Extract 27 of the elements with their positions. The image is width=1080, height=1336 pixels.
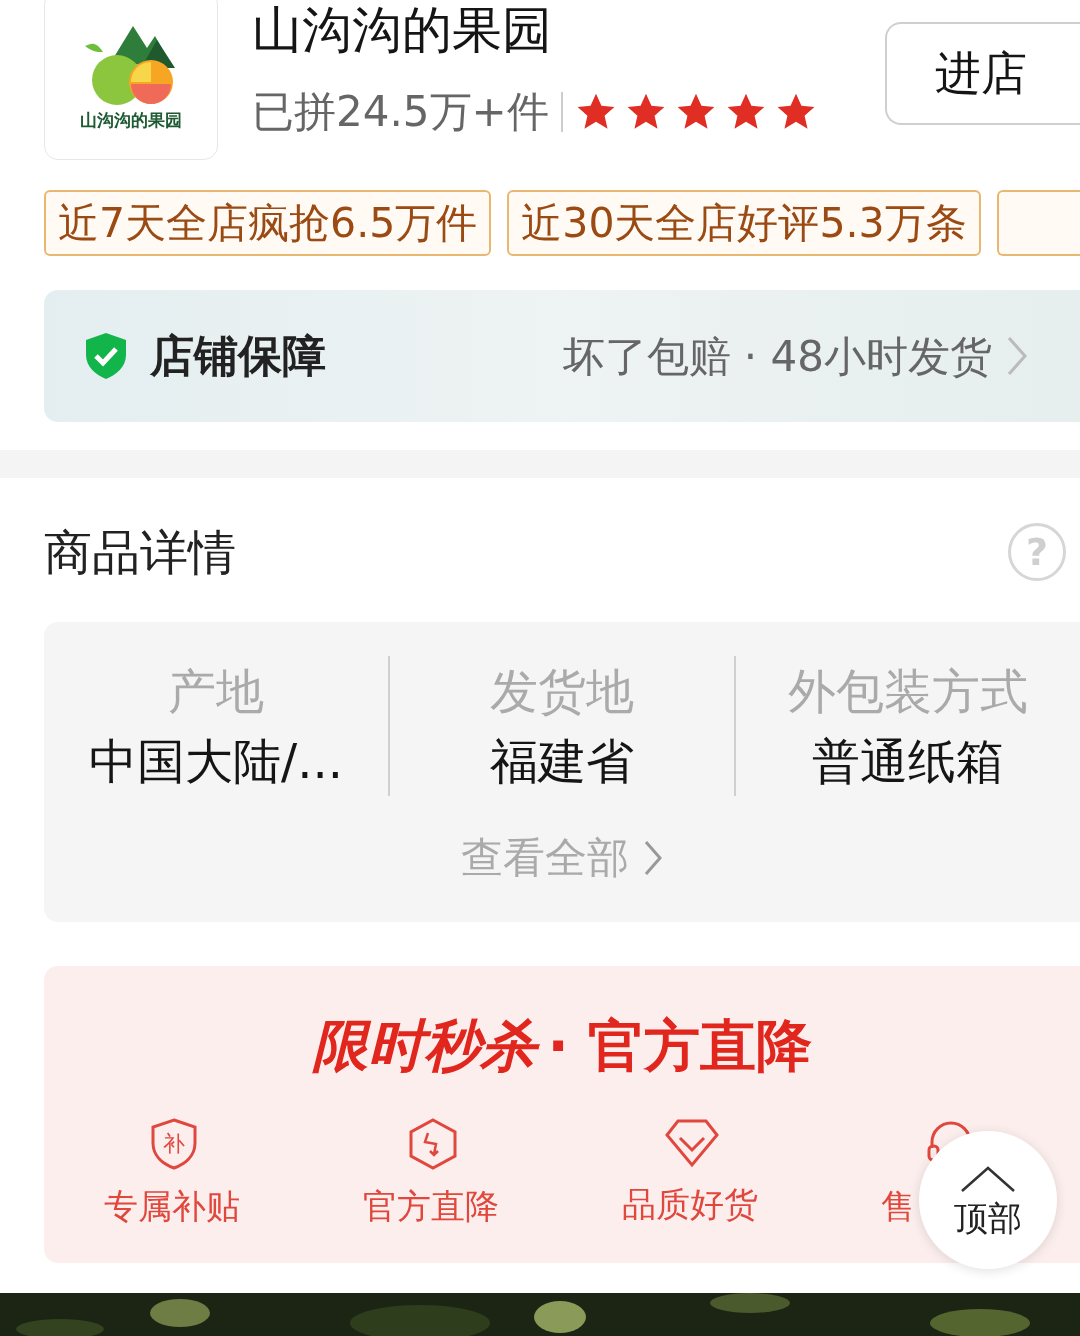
tag-chip: 近30天全店好评5.3万条	[507, 190, 981, 256]
shop-name: 山沟沟的果园	[252, 0, 553, 60]
chevron-right-icon	[1006, 335, 1028, 377]
tag-chip: 近7天全店疯抢6.5万件	[44, 190, 492, 256]
feature-label: 专属补贴	[103, 1186, 240, 1226]
chevron-up-icon	[960, 1165, 1016, 1193]
spec-value: 中国大陆/...	[89, 732, 343, 791]
spec-label: 产地	[168, 662, 264, 721]
enter-store-button[interactable]: 进店	[885, 22, 1080, 125]
chevron-right-icon	[643, 838, 663, 877]
guarantee-bar[interactable]: 店铺保障 坏了包赔 · 48小时发货	[44, 290, 1080, 422]
spec-label: 外包装方式	[788, 662, 1028, 721]
feature-label: 售	[880, 1186, 915, 1226]
spec-value: 福建省	[490, 732, 634, 791]
shield-icon: 补	[149, 1118, 198, 1170]
feature-label: 品质好货	[621, 1184, 758, 1224]
diamond-icon	[663, 1118, 720, 1168]
sales-count: 已拼24.5万+件	[252, 88, 549, 136]
section-title: 商品详情	[44, 523, 236, 582]
promo-subtitle: · 官方直降	[547, 1012, 813, 1080]
spec-label: 发货地	[490, 662, 634, 721]
spec-value: 普通纸箱	[812, 732, 1004, 791]
feature-label: 官方直降	[362, 1186, 499, 1226]
guarantee-detail: 坏了包赔 · 48小时发货	[562, 330, 992, 383]
hexagon-arrow-icon	[407, 1118, 458, 1170]
logo-text: 山沟沟的果园	[80, 111, 182, 129]
guarantee-title: 店铺保障	[150, 329, 326, 383]
